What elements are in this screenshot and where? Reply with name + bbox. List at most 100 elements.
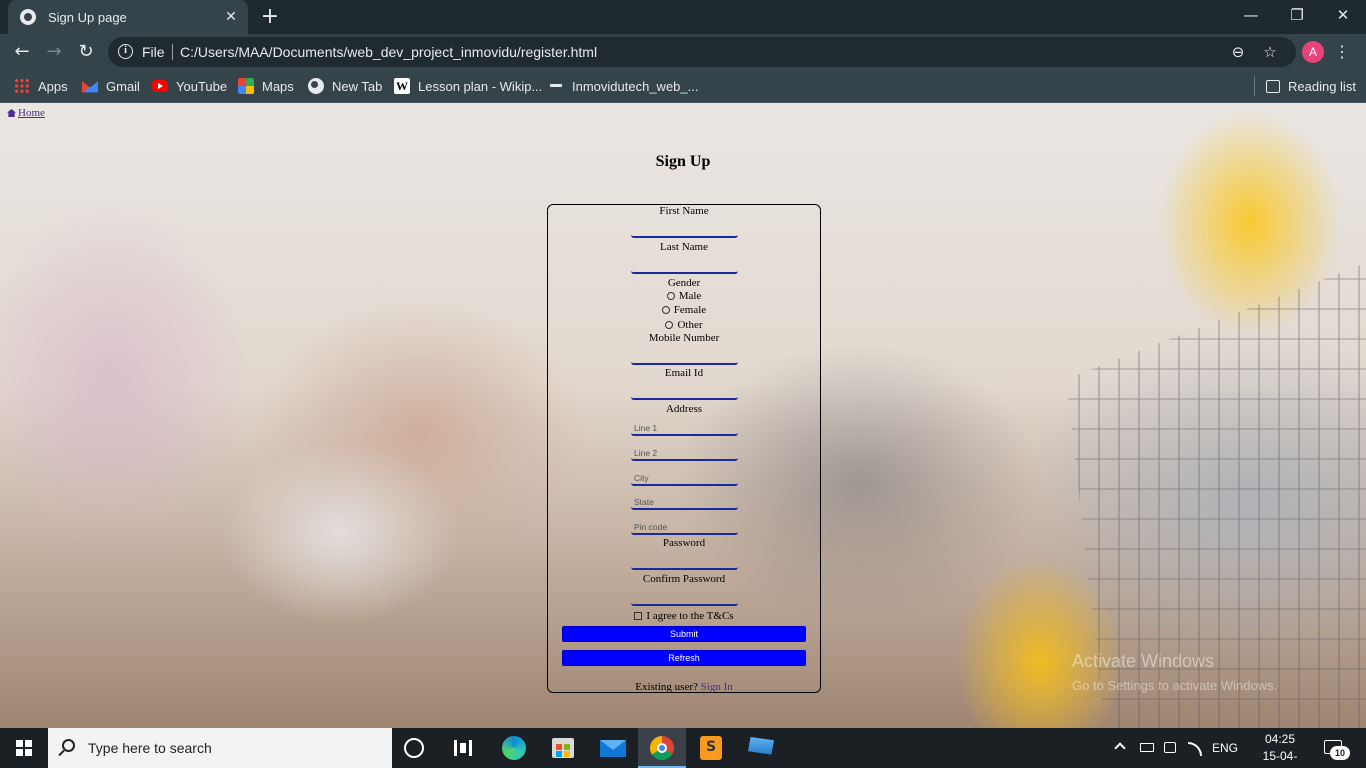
gender-option-other[interactable]: Other bbox=[548, 319, 820, 331]
close-tab-icon[interactable]: ✕ bbox=[222, 8, 240, 26]
task-view-icon[interactable] bbox=[454, 740, 472, 756]
radio-button[interactable] bbox=[666, 292, 675, 300]
windows-taskbar: Type here to search ENG 04:25 15-04-2021… bbox=[0, 728, 1366, 768]
globe-icon bbox=[308, 78, 324, 94]
page-viewport: Home Sign Up First Name Last Name Gender… bbox=[0, 103, 1366, 728]
back-arrow-icon[interactable]: ← bbox=[8, 38, 36, 66]
bookmark-apps[interactable]: Apps bbox=[14, 76, 68, 96]
profile-avatar[interactable]: A bbox=[1302, 41, 1324, 63]
activate-windows-watermark: Activate Windows Go to Settings to activ… bbox=[1072, 651, 1277, 693]
terms-checkbox[interactable] bbox=[634, 612, 643, 620]
password-field[interactable] bbox=[631, 551, 738, 570]
email-field[interactable] bbox=[631, 381, 738, 400]
browser-toolbar: ← → ↻ i File C:/Users/MAA/Documents/web_… bbox=[0, 34, 1366, 70]
mobile-number-field[interactable] bbox=[631, 346, 738, 365]
address-scheme: File bbox=[142, 44, 165, 60]
taskbar-search-box[interactable]: Type here to search bbox=[48, 728, 392, 768]
sublime-text-icon[interactable] bbox=[700, 736, 722, 760]
address-line1-field[interactable] bbox=[631, 417, 738, 436]
state-field[interactable] bbox=[631, 491, 738, 510]
gender-option-male[interactable]: Male bbox=[548, 290, 820, 302]
edge-browser-icon[interactable] bbox=[502, 736, 526, 760]
bookmark-label: Lesson plan - Wikip... bbox=[418, 78, 543, 94]
address-line2-field[interactable] bbox=[631, 442, 738, 461]
search-icon bbox=[62, 739, 75, 752]
chevron-up-icon[interactable] bbox=[1114, 742, 1126, 754]
pin-code-field[interactable] bbox=[631, 516, 738, 535]
last-name-field[interactable] bbox=[631, 255, 738, 274]
clock-date: 15-04-2021 bbox=[1262, 749, 1298, 768]
bookmark-youtube[interactable]: YouTube bbox=[152, 76, 227, 96]
taskbar-search-placeholder: Type here to search bbox=[88, 740, 212, 756]
zoom-icon[interactable]: ⊖ bbox=[1228, 42, 1248, 62]
bookmark-gmail[interactable]: Gmail bbox=[82, 76, 140, 96]
bookmark-maps[interactable]: Maps bbox=[238, 76, 294, 96]
address-url[interactable]: C:/Users/MAA/Documents/web_dev_project_i… bbox=[180, 44, 597, 60]
reading-list-button[interactable]: Reading list bbox=[1266, 76, 1356, 96]
home-link-label: Home bbox=[18, 107, 45, 119]
youtube-icon bbox=[152, 80, 168, 92]
sign-in-link[interactable]: Sign In bbox=[701, 681, 733, 693]
bookmarks-divider bbox=[1254, 76, 1255, 96]
address-bar[interactable]: i File C:/Users/MAA/Documents/web_dev_pr… bbox=[108, 37, 1296, 67]
gmail-icon bbox=[82, 81, 98, 93]
gender-option-female[interactable]: Female bbox=[548, 304, 820, 316]
bookmark-lesson-plan[interactable]: W Lesson plan - Wikip... bbox=[394, 76, 542, 96]
reading-list-label: Reading list bbox=[1288, 78, 1356, 94]
confirm-password-field[interactable] bbox=[631, 587, 738, 606]
forward-arrow-icon[interactable]: → bbox=[40, 38, 68, 66]
submit-button[interactable]: Submit bbox=[562, 626, 806, 642]
home-icon bbox=[7, 109, 16, 117]
bookmark-label: YouTube bbox=[176, 78, 228, 94]
bookmark-label: Apps bbox=[38, 78, 68, 94]
close-window-button[interactable]: ✕ bbox=[1320, 0, 1366, 32]
wikipedia-icon: W bbox=[394, 78, 410, 94]
windows-start-icon[interactable] bbox=[16, 740, 32, 756]
reload-icon[interactable]: ↻ bbox=[72, 38, 100, 66]
microsoft-store-icon[interactable] bbox=[552, 738, 574, 758]
cortana-icon[interactable] bbox=[404, 738, 424, 758]
address-label: Address bbox=[665, 403, 703, 415]
first-name-field[interactable] bbox=[631, 219, 738, 238]
restore-button[interactable]: ❐ bbox=[1274, 0, 1320, 32]
new-tab-button[interactable]: + bbox=[258, 6, 282, 28]
last-name-label: Last Name bbox=[660, 241, 708, 253]
system-clock[interactable]: 04:25 15-04-2021 bbox=[1252, 731, 1308, 768]
notification-count-badge: 10 bbox=[1330, 746, 1350, 760]
radio-button[interactable] bbox=[661, 306, 670, 314]
city-field[interactable] bbox=[631, 467, 738, 486]
remote-desktop-icon[interactable] bbox=[748, 737, 774, 755]
gender-option-label: Other bbox=[677, 319, 703, 331]
browser-menu-icon[interactable]: ⋮ bbox=[1334, 40, 1350, 64]
refresh-button[interactable]: Refresh bbox=[562, 650, 806, 666]
language-indicator[interactable]: ENG bbox=[1212, 728, 1238, 768]
bookmark-star-icon[interactable]: ☆ bbox=[1260, 42, 1280, 62]
radio-button[interactable] bbox=[665, 321, 674, 329]
maps-icon bbox=[238, 78, 254, 94]
existing-user-row: Existing user? Sign In bbox=[548, 681, 820, 693]
mail-icon[interactable] bbox=[600, 740, 626, 757]
gender-option-label: Male bbox=[678, 290, 702, 302]
reading-list-icon bbox=[1266, 79, 1280, 93]
browser-title-bar: Sign Up page ✕ + — ❐ ✕ bbox=[0, 0, 1366, 34]
email-label: Email Id bbox=[664, 367, 704, 379]
signup-form: First Name Last Name Gender Male Female … bbox=[547, 204, 821, 693]
terms-checkbox-row[interactable]: I agree to the T&Cs bbox=[548, 610, 820, 622]
bookmark-label: Maps bbox=[262, 78, 294, 94]
page-title: Sign Up bbox=[655, 153, 711, 170]
wifi-icon[interactable] bbox=[1188, 742, 1202, 756]
watermark-title: Activate Windows bbox=[1072, 651, 1215, 671]
minimize-button[interactable]: — bbox=[1228, 0, 1274, 32]
bookmark-label: New Tab bbox=[332, 78, 383, 94]
tab-sign-up-page[interactable]: Sign Up page ✕ bbox=[8, 0, 248, 34]
first-name-label: First Name bbox=[659, 205, 709, 217]
home-link[interactable]: Home bbox=[7, 107, 45, 119]
bookmark-inmovidutech[interactable]: Inmovidutech_web_... bbox=[548, 76, 698, 96]
clock-time: 04:25 bbox=[1264, 732, 1296, 746]
chrome-icon[interactable] bbox=[650, 736, 674, 760]
apps-grid-icon bbox=[14, 78, 30, 94]
bookmark-new-tab[interactable]: New Tab bbox=[308, 76, 382, 96]
battery-icon[interactable] bbox=[1140, 743, 1154, 752]
site-info-icon[interactable]: i bbox=[118, 44, 133, 59]
meet-now-icon[interactable] bbox=[1164, 742, 1176, 753]
